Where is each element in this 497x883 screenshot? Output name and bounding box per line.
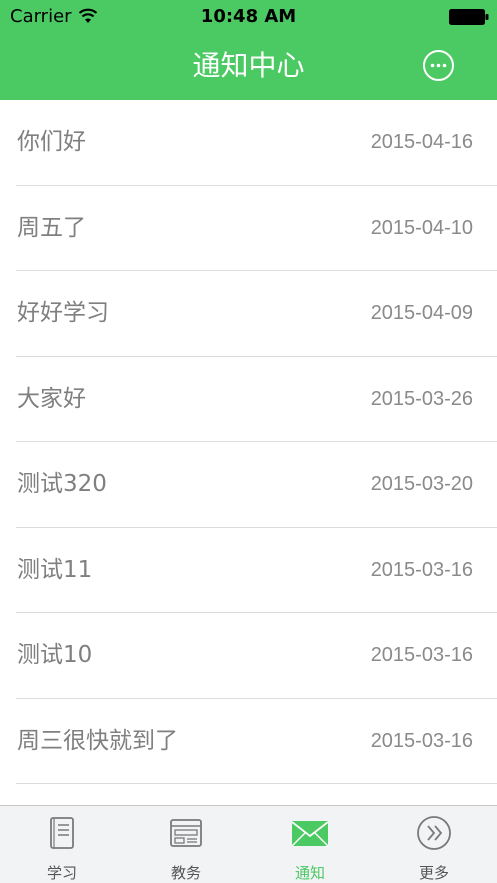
envelope-icon	[292, 821, 328, 847]
notice-date: 2015-03-26	[370, 387, 473, 410]
ellipsis-circle-icon[interactable]	[422, 49, 455, 82]
notice-date: 2015-03-16	[370, 644, 473, 666]
list-item[interactable]: 周三很快就到了 2015-03-16	[0, 699, 497, 785]
notice-title: 周三很快就到了	[17, 727, 178, 754]
list-item[interactable]: 你们好 2015-04-16	[0, 100, 497, 186]
tab-notice[interactable]: 通知	[248, 806, 372, 883]
tab-label: 学习	[46, 864, 77, 882]
tab-study[interactable]: 学习	[0, 806, 124, 883]
battery-icon	[449, 9, 489, 25]
list-item[interactable]: 测试10 2015-03-16	[0, 613, 497, 699]
notice-title: 好好学习	[17, 300, 109, 326]
notice-date: 2015-04-16	[370, 131, 473, 153]
list-item[interactable]: 大家好 2015-03-26	[0, 357, 497, 443]
tab-more[interactable]: 更多	[372, 806, 496, 883]
tab-label: 通知	[294, 864, 325, 882]
notice-list: 你们好 2015-04-16 周五了 2015-04-10 好好学习 2015-…	[0, 100, 497, 784]
newspaper-icon	[170, 819, 202, 847]
notice-date: 2015-03-20	[370, 473, 473, 495]
list-item[interactable]: 好好学习 2015-04-09	[0, 271, 497, 357]
status-time: 10:48 AM	[200, 6, 297, 27]
notice-title: 周五了	[17, 214, 86, 241]
notice-date: 2015-04-09	[370, 302, 473, 324]
tab-bar: 学习 教务 通知 更多	[0, 805, 497, 883]
list-item[interactable]: 周五了 2015-04-10	[0, 186, 497, 272]
status-bar: Carrier 10:48 AM	[0, 0, 497, 34]
nav-header: Carrier 10:48 AM 通知中心	[0, 0, 497, 100]
notice-title: 你们好	[17, 129, 86, 155]
tab-label: 更多	[418, 864, 449, 882]
notice-title: 测试10	[17, 642, 93, 668]
notice-title: 测试11	[17, 556, 93, 583]
list-item[interactable]: 测试320 2015-03-20	[0, 442, 497, 528]
list-item[interactable]: 测试11 2015-03-16	[0, 528, 497, 614]
notice-title: 大家好	[17, 385, 86, 412]
notice-date: 2015-03-16	[370, 729, 473, 752]
tab-academic[interactable]: 教务	[124, 806, 248, 883]
double-chevron-circle-icon	[417, 816, 451, 850]
notice-title: 测试320	[17, 471, 107, 497]
book-icon	[50, 817, 74, 849]
tab-label: 教务	[170, 864, 201, 882]
notice-date: 2015-04-10	[370, 216, 473, 239]
notice-date: 2015-03-16	[370, 558, 473, 581]
